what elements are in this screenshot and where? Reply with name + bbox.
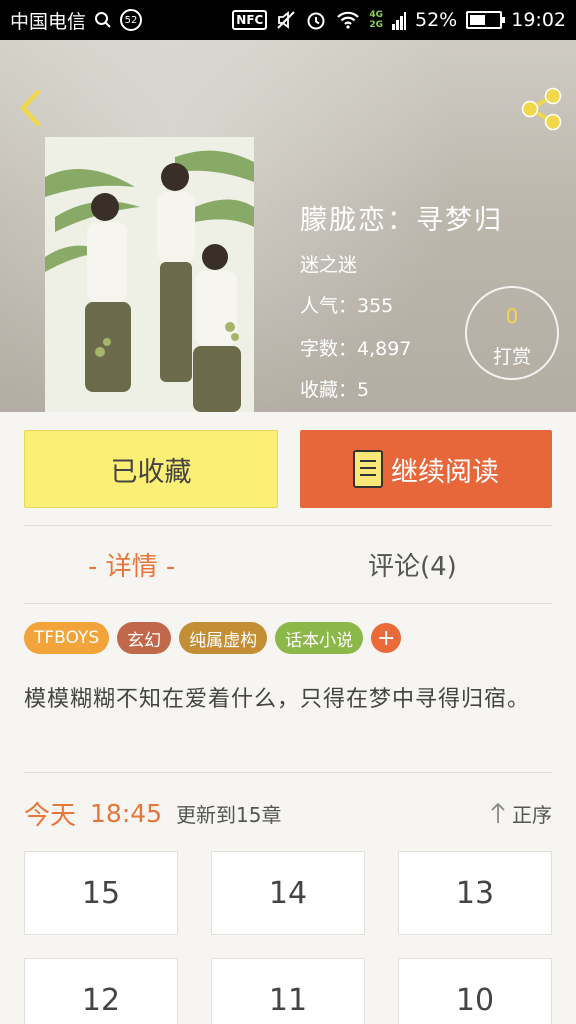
book-favorites: 收藏：5 (300, 379, 370, 401)
battery-icon (466, 11, 506, 29)
search-icon (95, 12, 111, 28)
back-arrow-icon[interactable] (14, 88, 46, 128)
favorited-button[interactable]: 已收藏 (24, 430, 278, 508)
tag-item[interactable]: 话本小说 (275, 622, 364, 654)
share-icon[interactable] (518, 86, 566, 132)
tag-list: TFBOYS 玄幻 纯属虚构 话本小说 + (24, 622, 402, 654)
carrier-name: 中国电信 (10, 10, 87, 33)
chapter-item[interactable]: 13 (398, 851, 552, 935)
update-time: 18:45 (90, 798, 163, 828)
continue-reading-button[interactable]: 继续阅读 (300, 430, 552, 508)
sort-order-label: 正序 (512, 802, 552, 827)
reward-label: 打赏 (492, 346, 531, 368)
divider (24, 772, 552, 773)
battery-percent: 52% (415, 9, 458, 31)
book-popularity: 人气：355 (300, 295, 394, 317)
clock: 19:02 (511, 9, 566, 31)
book-description: 模模糊糊不知在爱着什么，只得在梦中寻得归宿。 (24, 687, 531, 712)
mute-icon (277, 11, 296, 29)
chapter-item[interactable]: 12 (24, 958, 178, 1024)
book-word-count: 字数：4,897 (300, 338, 412, 360)
tag-item[interactable]: 纯属虚构 (179, 622, 268, 654)
wifi-icon (337, 11, 360, 29)
chapter-item[interactable]: 10 (398, 958, 552, 1024)
book-cover[interactable] (45, 137, 254, 412)
reward-button[interactable]: 0 打赏 (465, 286, 559, 380)
notification-badge: 52 (120, 9, 143, 31)
sort-order-toggle[interactable]: 正序 (490, 799, 552, 828)
divider (24, 525, 552, 526)
tab-comments[interactable]: 评论(4) (368, 546, 457, 583)
update-info: 今天 18:45 更新到15章 正序 (24, 793, 552, 833)
update-day: 今天 (24, 800, 77, 831)
chapter-item[interactable]: 15 (24, 851, 178, 935)
chapter-item[interactable]: 14 (211, 851, 365, 935)
book-icon (353, 450, 383, 488)
signal-icon (392, 12, 406, 30)
chapter-item[interactable]: 11 (211, 958, 365, 1024)
tag-item[interactable]: 玄幻 (117, 622, 172, 654)
alarm-icon (307, 12, 325, 30)
book-header: 朦胧恋：寻梦归 迷之迷 人气：355 字数：4,897 收藏：5 0 打赏 (0, 40, 576, 412)
cover-illustration (45, 137, 254, 412)
network-type: 4G 2G (369, 10, 383, 30)
continue-reading-label: 继续阅读 (391, 456, 499, 488)
status-bar: 中国电信 52 NFC 4G 2G 52% 19:02 (0, 0, 576, 40)
arrow-up-icon (491, 802, 505, 823)
divider (24, 603, 552, 604)
book-author[interactable]: 迷之迷 (300, 250, 357, 277)
add-tag-button[interactable]: + (371, 623, 402, 653)
tab-detail[interactable]: - 详情 - (88, 546, 175, 583)
tag-item[interactable]: TFBOYS (24, 622, 110, 654)
book-title: 朦胧恋：寻梦归 (300, 205, 503, 236)
update-text: 更新到15章 (176, 802, 282, 827)
favorited-label: 已收藏 (110, 456, 192, 488)
reward-count: 0 (505, 304, 519, 328)
nfc-icon: NFC (232, 10, 268, 30)
